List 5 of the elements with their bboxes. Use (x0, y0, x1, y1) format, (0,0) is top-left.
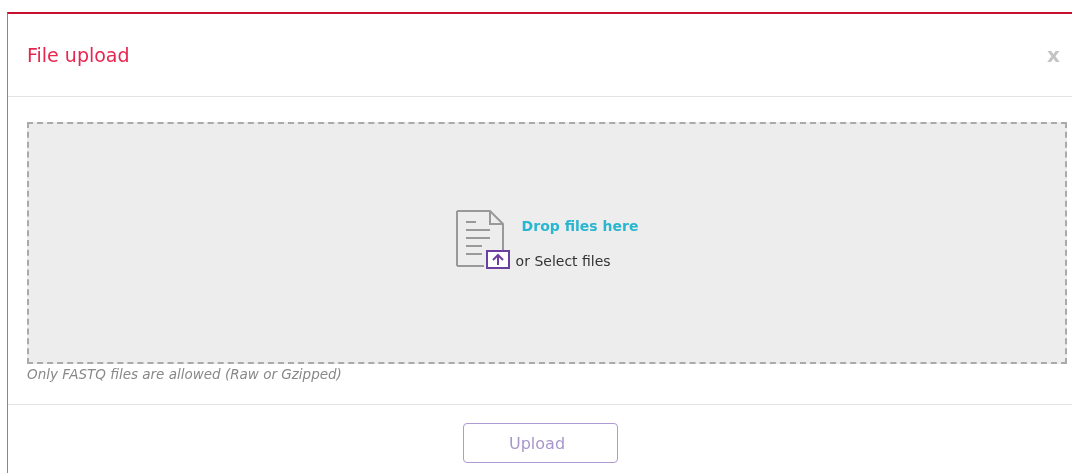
select-files-link[interactable]: or Select files (515, 252, 639, 269)
drop-zone[interactable]: Drop files here or Select files (27, 122, 1067, 364)
dialog-title: File upload (27, 44, 130, 66)
hint-text: Only FASTQ files are allowed (Raw or Gzipped) (27, 366, 342, 382)
drop-prompt: Drop files here (521, 217, 639, 234)
